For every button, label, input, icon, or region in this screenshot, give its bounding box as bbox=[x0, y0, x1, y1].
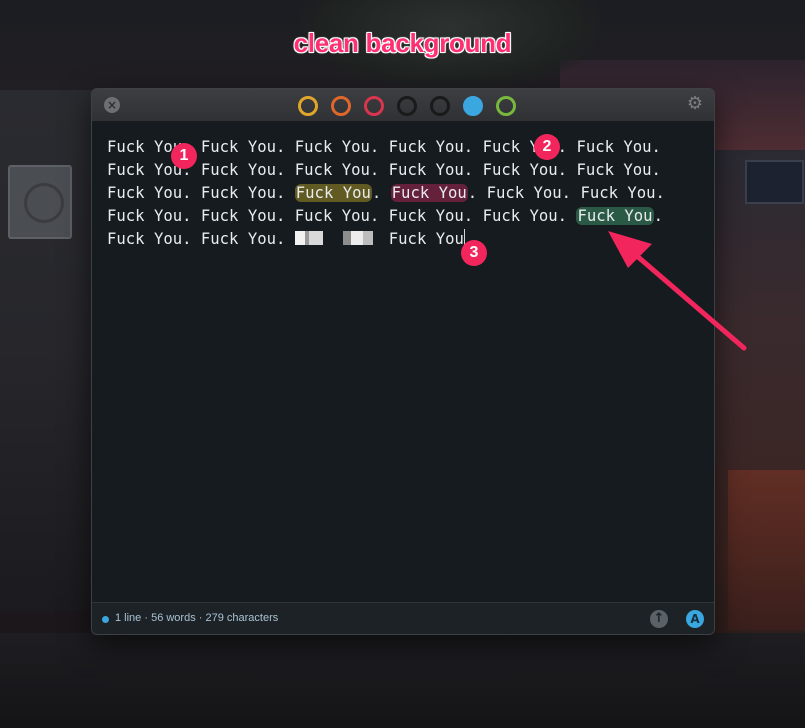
font-a-button[interactable]: A bbox=[686, 610, 704, 628]
arrow-up-icon[interactable]: ↑ bbox=[650, 610, 668, 628]
theme-swatch-green[interactable] bbox=[496, 96, 516, 116]
redacted-pixels bbox=[342, 231, 373, 245]
wallpaper-ac-unit bbox=[8, 165, 72, 239]
editor-line: Fuck You. Fuck You. Fuck You. Fuck You. … bbox=[107, 207, 663, 225]
close-icon[interactable]: × bbox=[104, 97, 120, 113]
wallpaper-ground bbox=[0, 633, 805, 728]
highlight-red: Fuck You bbox=[390, 184, 468, 202]
wallpaper-storefront bbox=[728, 470, 805, 630]
highlight-yellow: Fuck You bbox=[294, 184, 372, 202]
theme-swatch-black[interactable] bbox=[397, 96, 417, 116]
wallpaper-window bbox=[745, 160, 804, 204]
text-editor[interactable]: Fuck You. Fuck You. Fuck You. Fuck You. … bbox=[92, 122, 714, 602]
editor-line: Fuck You. Fuck You. Fuck You. Fuck You. … bbox=[107, 184, 665, 202]
editor-line: Fuck You. Fuck You. Fuck You bbox=[107, 229, 465, 248]
status-dot bbox=[102, 616, 109, 623]
theme-swatch-yellow[interactable] bbox=[298, 96, 318, 116]
status-text: 1 line · 56 words · 279 characters bbox=[115, 612, 279, 624]
annotation-badge-1: 1 bbox=[171, 143, 197, 169]
highlight-green: Fuck You bbox=[576, 207, 654, 225]
theme-swatch-orange[interactable] bbox=[331, 96, 351, 116]
theme-swatches bbox=[298, 96, 516, 116]
annotation-badge-3: 3 bbox=[461, 240, 487, 266]
annotation-headline: clean background bbox=[293, 28, 512, 58]
redacted-pixels bbox=[294, 231, 323, 245]
status-bar: 1 line · 56 words · 279 characters ↑ A bbox=[92, 602, 714, 634]
annotation-badge-2: 2 bbox=[534, 134, 560, 160]
editor-window: × ⚙ Fuck You. Fuck You. Fuck You. Fuck Y… bbox=[91, 88, 715, 635]
gear-icon[interactable]: ⚙ bbox=[686, 95, 704, 113]
theme-swatch-blue[interactable] bbox=[463, 96, 483, 116]
theme-swatch-red[interactable] bbox=[364, 96, 384, 116]
titlebar: × ⚙ bbox=[92, 89, 714, 122]
theme-swatch-dark[interactable] bbox=[430, 96, 450, 116]
